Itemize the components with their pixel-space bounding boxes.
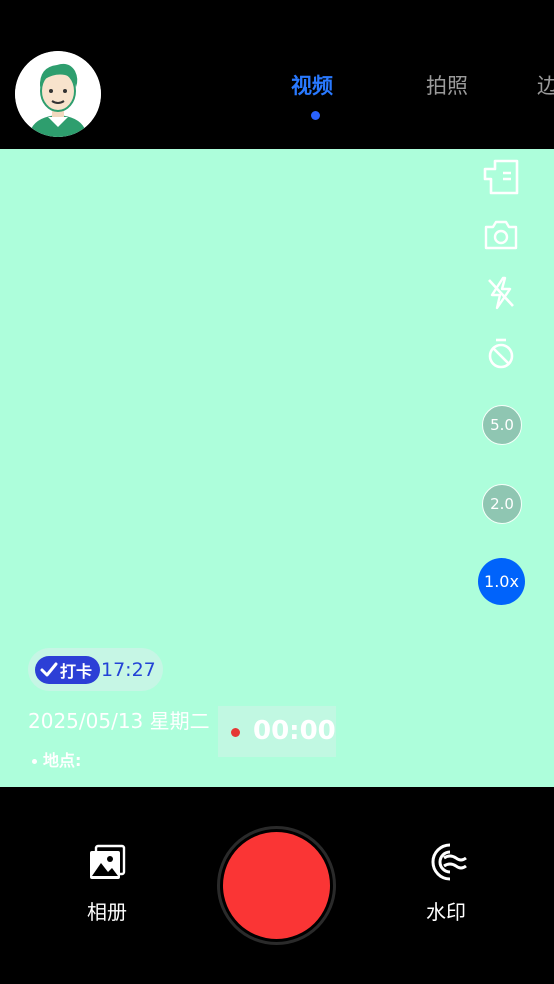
- top-bar: 视频 拍照 边: [0, 0, 554, 149]
- flash-off-icon[interactable]: [481, 273, 521, 313]
- active-tab-indicator: [311, 111, 320, 120]
- watermark-date: 2025/05/13 星期二: [28, 709, 210, 733]
- layout-icon[interactable]: [481, 157, 521, 197]
- tab-more[interactable]: 边: [537, 70, 554, 100]
- punch-badge-label: 打卡: [60, 662, 93, 681]
- watermark-label: 水印: [426, 900, 466, 924]
- tab-video[interactable]: 视频: [291, 70, 333, 100]
- avatar[interactable]: [15, 51, 101, 137]
- recording-dot-icon: [231, 728, 240, 737]
- camera-switch-icon[interactable]: [481, 215, 521, 255]
- album-icon: [86, 842, 128, 886]
- zoom-1x-button[interactable]: 1.0x: [478, 558, 525, 605]
- recording-time: 00:00: [253, 716, 336, 746]
- punch-time: 17:27: [101, 659, 156, 681]
- camera-viewfinder[interactable]: [0, 149, 554, 787]
- watermark-location: 地点:: [32, 747, 81, 771]
- location-dot-icon: [32, 759, 37, 764]
- check-icon: [38, 659, 60, 681]
- avatar-icon: [15, 51, 101, 137]
- watermark-button[interactable]: 水印: [416, 842, 476, 925]
- tab-photo[interactable]: 拍照: [426, 70, 468, 100]
- record-button[interactable]: [223, 832, 330, 939]
- album-label: 相册: [87, 900, 127, 924]
- zoom-2x-button[interactable]: 2.0: [482, 484, 522, 524]
- zoom-5x-button[interactable]: 5.0: [482, 405, 522, 445]
- punch-badge: 打卡: [35, 656, 100, 684]
- album-button[interactable]: 相册: [78, 842, 136, 925]
- watermark-icon: [424, 842, 468, 886]
- location-label: 地点:: [43, 751, 82, 770]
- timer-icon[interactable]: [481, 334, 521, 374]
